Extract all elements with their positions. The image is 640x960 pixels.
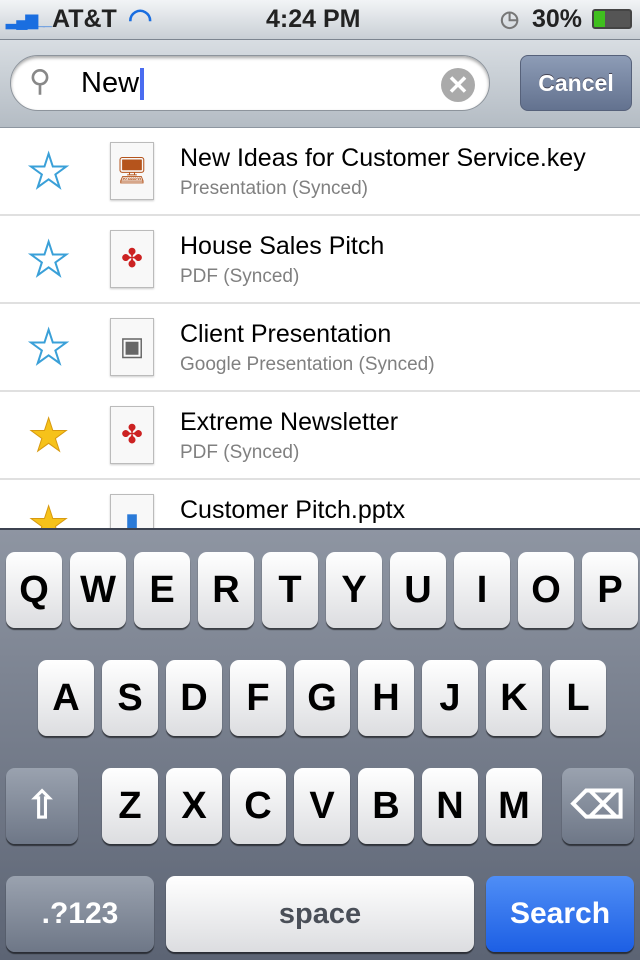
pdf-icon: ✤ (110, 230, 154, 288)
search-input[interactable]: ⚲ New ✕ (10, 55, 490, 111)
result-title: Customer Pitch.pptx (180, 496, 406, 524)
time: 4:24 PM (266, 5, 361, 33)
key-o[interactable]: O (518, 552, 574, 628)
star-empty-icon[interactable]: ★ (27, 323, 70, 371)
backspace-icon: ⌫ (571, 785, 625, 827)
result-subtitle: PDF (Synced) (180, 266, 300, 287)
battery-icon (592, 9, 632, 29)
key-a[interactable]: A (38, 660, 94, 736)
google-presentation-icon: ▣ (110, 318, 154, 376)
key-j[interactable]: J (422, 660, 478, 736)
clear-search-button[interactable]: ✕ (441, 68, 475, 102)
shift-icon: ⇧ (26, 785, 58, 827)
star-empty-icon[interactable]: ★ (27, 147, 70, 195)
key-r[interactable]: R (198, 552, 254, 628)
status-bar: ▂▄▆__ AT&T ◠ 4:24 PM ◷ 30% (0, 0, 640, 40)
result-title: Extreme Newsletter (180, 408, 399, 436)
key-h[interactable]: H (358, 660, 414, 736)
key-t[interactable]: T (262, 552, 318, 628)
wifi-icon: ◠ (128, 3, 153, 34)
star-empty-icon[interactable]: ★ (27, 235, 70, 283)
results-list: ★ 🖥 New Ideas for Customer Service.key P… (0, 128, 640, 528)
key-b[interactable]: B (358, 768, 414, 844)
key-g[interactable]: G (294, 660, 350, 736)
key-y[interactable]: Y (326, 552, 382, 628)
clock-icon: ◷ (500, 6, 520, 31)
key-f[interactable]: F (230, 660, 286, 736)
key-u[interactable]: U (390, 552, 446, 628)
search-icon: ⚲ (29, 65, 51, 98)
key-m[interactable]: M (486, 768, 542, 844)
result-subtitle: Presentation (Synced) (180, 178, 368, 199)
key-z[interactable]: Z (102, 768, 158, 844)
key-i[interactable]: I (454, 552, 510, 628)
key-n[interactable]: N (422, 768, 478, 844)
keynote-icon: 🖥 (110, 142, 154, 200)
search-query: New (81, 67, 140, 99)
star-filled-icon[interactable]: ★ (27, 500, 69, 529)
numbers-key[interactable]: .?123 (6, 876, 154, 952)
result-title: New Ideas for Customer Service.key (180, 144, 586, 172)
result-row[interactable]: ★ ✤ Extreme Newsletter PDF (Synced) (0, 392, 640, 480)
key-e[interactable]: E (134, 552, 190, 628)
search-key[interactable]: Search (486, 876, 634, 952)
signal-icon: ▂▄▆__ (6, 12, 52, 29)
carrier: AT&T (52, 5, 117, 33)
result-row[interactable]: ★ ▣ Client Presentation Google Presentat… (0, 304, 640, 392)
key-p[interactable]: P (582, 552, 638, 628)
powerpoint-icon: ▮ (110, 494, 154, 528)
result-subtitle: PDF (Synced) (180, 442, 300, 463)
search-bar: ⚲ New ✕ Cancel (0, 40, 640, 128)
result-row[interactable]: ★ ▮ Customer Pitch.pptx (0, 480, 640, 528)
key-d[interactable]: D (166, 660, 222, 736)
cancel-button[interactable]: Cancel (520, 55, 632, 111)
pdf-icon: ✤ (110, 406, 154, 464)
key-w[interactable]: W (70, 552, 126, 628)
battery-percent: 30% (532, 5, 583, 33)
key-k[interactable]: K (486, 660, 542, 736)
key-q[interactable]: Q (6, 552, 62, 628)
key-l[interactable]: L (550, 660, 606, 736)
result-row[interactable]: ★ ✤ House Sales Pitch PDF (Synced) (0, 216, 640, 304)
key-v[interactable]: V (294, 768, 350, 844)
space-key[interactable]: space (166, 876, 474, 952)
result-title: House Sales Pitch (180, 232, 385, 260)
key-s[interactable]: S (102, 660, 158, 736)
shift-key[interactable]: ⇧ (6, 768, 78, 844)
star-filled-icon[interactable]: ★ (27, 412, 69, 459)
delete-key[interactable]: ⌫ (562, 768, 634, 844)
result-subtitle: Google Presentation (Synced) (180, 354, 435, 375)
key-c[interactable]: C (230, 768, 286, 844)
text-cursor (140, 68, 145, 101)
keyboard: Q W E R T Y U I O P A S D F G H J K L ⇧ Z X C V B N M ⌫ .?123 space Se… (0, 528, 640, 960)
result-title: Client Presentation (180, 320, 392, 348)
key-x[interactable]: X (166, 768, 222, 844)
result-row[interactable]: ★ 🖥 New Ideas for Customer Service.key P… (0, 128, 640, 216)
